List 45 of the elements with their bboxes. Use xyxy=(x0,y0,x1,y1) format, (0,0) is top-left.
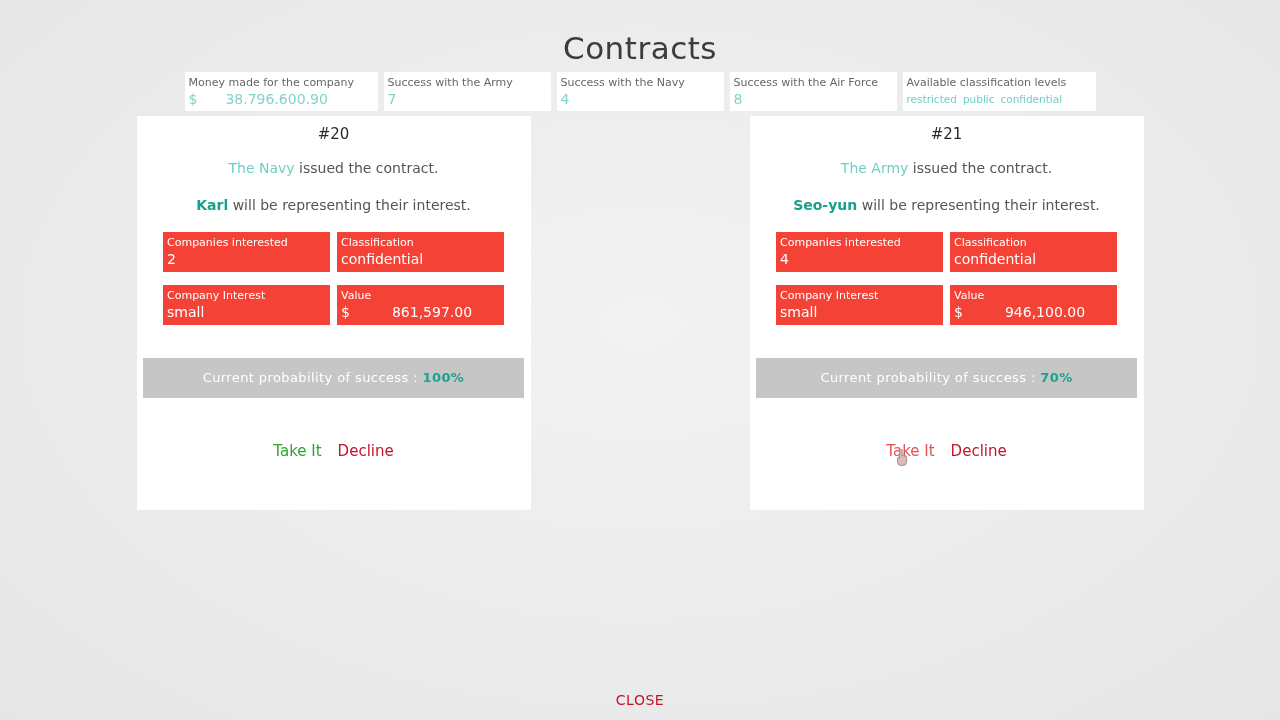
stat-label: Success with the Army xyxy=(387,75,514,90)
stat-label: Available classification levels xyxy=(906,75,1068,90)
close-button[interactable]: CLOSE xyxy=(615,691,665,709)
detail-value: small xyxy=(167,303,205,322)
stat-value: 8 xyxy=(733,90,743,108)
take-button[interactable]: Take It xyxy=(273,442,322,460)
detail-value: small xyxy=(780,303,818,322)
classification-level: restricted xyxy=(906,92,957,107)
detail-label: Classification xyxy=(341,235,415,250)
detail-value: 2 xyxy=(167,250,176,269)
contract-number: #20 xyxy=(317,125,350,143)
probability-bar: Current probability of success : 100% xyxy=(143,358,524,398)
stat-label: Success with the Navy xyxy=(560,75,686,90)
detail-value: confidential xyxy=(954,250,1037,269)
probability-bar: Current probability of success : 70% xyxy=(756,358,1137,398)
detail-value: 861,597.00 xyxy=(391,303,473,322)
currency-symbol: $ xyxy=(341,303,350,322)
classification-level: confidential xyxy=(1000,92,1063,107)
detail-value: 4 xyxy=(780,250,789,269)
currency-symbol: $ xyxy=(954,303,963,322)
stat-label: Success with the Air Force xyxy=(733,75,880,90)
detail-value: confidential xyxy=(341,250,424,269)
representative-sentence: Seo-yun will be representing their interest. xyxy=(793,196,1100,214)
stat-value: 4 xyxy=(560,90,570,108)
detail-label: Companies interested xyxy=(780,235,902,250)
detail-label: Companies interested xyxy=(167,235,289,250)
currency-symbol: $ xyxy=(188,90,198,108)
stat-value: 38.796.600.90 xyxy=(225,90,328,108)
representative-sentence: Karl will be representing their interest. xyxy=(196,196,471,214)
detail-label: Company Interest xyxy=(167,288,267,303)
decline-button[interactable]: Decline xyxy=(337,442,394,460)
detail-label: Value xyxy=(954,288,986,303)
detail-value: 946,100.00 xyxy=(1004,303,1086,322)
classification-level: public xyxy=(962,92,995,107)
contract-number: #21 xyxy=(930,125,963,143)
stat-value: 7 xyxy=(387,90,397,108)
screen-title: Contracts xyxy=(563,29,717,68)
issuer-sentence: The Navy issued the contract. xyxy=(228,159,439,177)
detail-label: Classification xyxy=(954,235,1028,250)
detail-label: Value xyxy=(341,288,373,303)
detail-label: Company Interest xyxy=(780,288,880,303)
stat-label: Money made for the company xyxy=(188,75,356,90)
decline-button[interactable]: Decline xyxy=(950,442,1007,460)
take-button[interactable]: Take It xyxy=(886,442,935,460)
issuer-sentence: The Army issued the contract. xyxy=(840,159,1053,177)
